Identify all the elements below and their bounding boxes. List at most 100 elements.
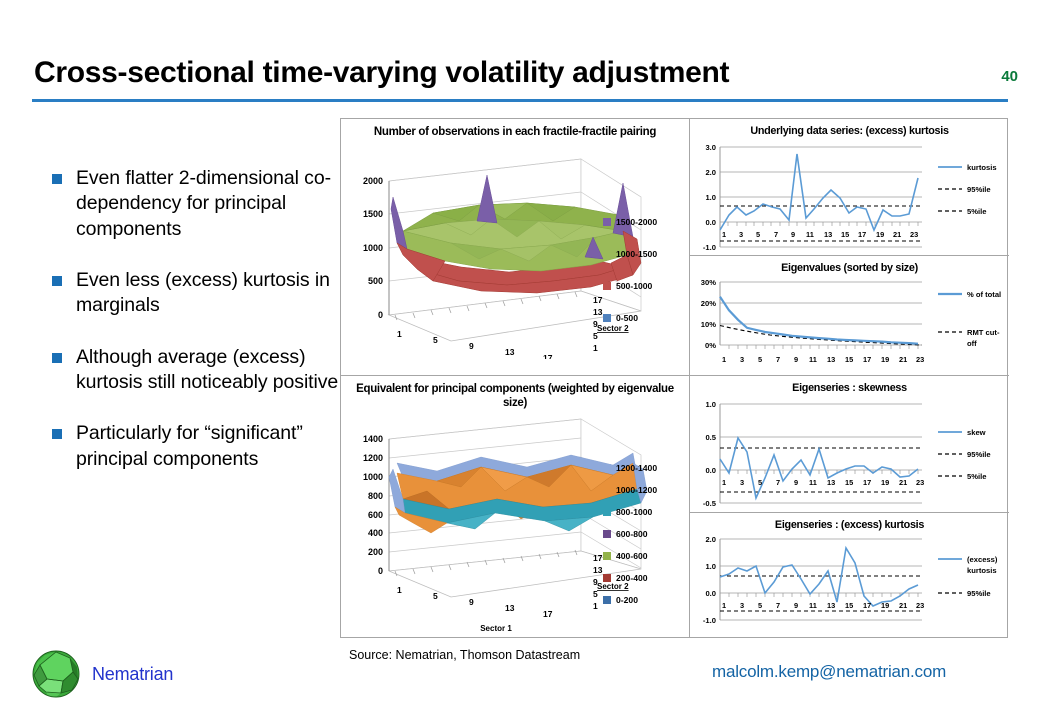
svg-text:15: 15 xyxy=(845,601,853,610)
legend-swatch-icon xyxy=(603,529,611,538)
svg-text:Sector 2: Sector 2 xyxy=(597,324,629,333)
svg-text:1.0: 1.0 xyxy=(705,400,716,409)
legend-label-kurtosis: kurtosis xyxy=(967,163,997,172)
svg-text:13: 13 xyxy=(505,347,515,357)
svg-text:3: 3 xyxy=(740,478,744,487)
svg-text:19: 19 xyxy=(881,601,889,610)
svg-text:1400: 1400 xyxy=(363,434,383,444)
bullet-square-icon xyxy=(52,352,62,363)
svg-text:13: 13 xyxy=(827,355,835,364)
legend-label: 1000-1500 xyxy=(616,249,658,260)
bullet-square-icon xyxy=(52,276,62,287)
svg-text:13: 13 xyxy=(593,307,603,317)
bullet-square-icon xyxy=(52,174,62,184)
svg-text:1: 1 xyxy=(722,478,726,487)
bullet-text: Even flatter 2-dimensional co-dependency… xyxy=(76,167,331,240)
svg-text:9: 9 xyxy=(469,341,474,351)
legend-item: 1500-2000 xyxy=(603,217,657,227)
svg-text:10%: 10% xyxy=(701,320,716,329)
line-chart-svg: 30% 20% 10% 0% 1 3 5 7 9 11 13 15 17 19 … xyxy=(701,278,1001,364)
bullet-text: Although average (excess) kurtosis still… xyxy=(76,345,339,394)
svg-text:19: 19 xyxy=(881,355,889,364)
legend-swatch-icon xyxy=(603,463,611,472)
svg-text:30%: 30% xyxy=(701,278,716,287)
svg-text:9: 9 xyxy=(794,355,798,364)
svg-text:23: 23 xyxy=(910,230,918,239)
svg-text:1000: 1000 xyxy=(363,472,383,482)
svg-text:3: 3 xyxy=(739,230,743,239)
svg-text:17: 17 xyxy=(863,355,871,364)
chart-underlying-kurtosis: Underlying data series: (excess) kurtosi… xyxy=(690,119,1009,255)
chart-legend: 1200-1400 1000-1200 800-1000 600-800 400… xyxy=(603,463,657,605)
chart-title: Number of observations in each fractile-… xyxy=(373,126,657,138)
svg-text:17: 17 xyxy=(858,230,866,239)
legend-label-pct-of-total: % of total xyxy=(967,290,1001,299)
svg-text:500: 500 xyxy=(368,276,383,286)
svg-text:19: 19 xyxy=(881,478,889,487)
legend-label: 1500-2000 xyxy=(616,217,658,228)
legend-label-p95: 95%ile xyxy=(967,185,991,194)
svg-text:11: 11 xyxy=(806,230,814,239)
svg-text:7: 7 xyxy=(776,355,780,364)
legend-label-p5: 5%ile xyxy=(967,472,986,481)
svg-text:23: 23 xyxy=(916,355,924,364)
svg-text:5: 5 xyxy=(433,591,438,601)
legend-item: 0-200 xyxy=(603,595,657,605)
line-chart-svg: 3.0 2.0 1.0 0.0 -1.0 1 3 5 7 9 11 13 15 … xyxy=(703,143,997,252)
svg-text:9: 9 xyxy=(791,230,795,239)
svg-text:7: 7 xyxy=(776,601,780,610)
svg-text:1: 1 xyxy=(593,601,598,611)
source-note: Source: Nematrian, Thomson Datastream xyxy=(349,648,581,662)
legend-item: 600-800 xyxy=(603,529,657,539)
svg-text:800: 800 xyxy=(368,491,383,501)
legend-swatch-icon xyxy=(603,282,611,291)
legend-swatch-icon xyxy=(603,485,611,494)
svg-text:21: 21 xyxy=(899,355,907,364)
svg-text:1: 1 xyxy=(397,329,402,339)
svg-text:13: 13 xyxy=(824,230,832,239)
svg-text:13: 13 xyxy=(593,565,603,575)
legend-label: 500-1000 xyxy=(616,281,653,292)
svg-text:5: 5 xyxy=(758,355,762,364)
svg-text:1: 1 xyxy=(722,601,726,610)
surface-plot-area: 2000 1500 1000 500 0 1 5 9 13 17 Sector … xyxy=(341,139,689,375)
list-item: Even flatter 2-dimensional co-dependency… xyxy=(52,166,342,242)
legend-item: 1000-1200 xyxy=(603,485,657,495)
svg-text:1.0: 1.0 xyxy=(705,562,716,571)
svg-text:5: 5 xyxy=(433,335,438,345)
svg-text:2.0: 2.0 xyxy=(705,168,716,177)
legend-label: 0-200 xyxy=(616,594,638,605)
svg-text:200: 200 xyxy=(368,547,383,557)
legend-label: 400-600 xyxy=(616,550,648,561)
legend-label: 600-800 xyxy=(616,528,648,539)
legend-item: 500-1000 xyxy=(603,281,657,291)
legend-swatch-icon xyxy=(603,250,611,259)
svg-text:3: 3 xyxy=(740,355,744,364)
legend-swatch-icon xyxy=(603,551,611,560)
legend-label: 800-1000 xyxy=(616,506,653,517)
svg-text:1500: 1500 xyxy=(363,209,383,219)
bullet-text: Even less (excess) kurtosis in marginals xyxy=(76,269,330,317)
svg-text:1: 1 xyxy=(722,355,726,364)
legend-swatch-icon xyxy=(603,595,611,604)
legend-item: 1200-1400 xyxy=(603,463,657,473)
bullet-text: Particularly for “significant” principal… xyxy=(76,422,303,470)
svg-text:-1.0: -1.0 xyxy=(703,616,716,625)
chart-components-surface: Equivalent for principal components (wei… xyxy=(341,376,689,638)
legend-label-p5: 5%ile xyxy=(967,207,986,216)
svg-text:23: 23 xyxy=(916,478,924,487)
legend-label-excess-kurtosis-2: kurtosis xyxy=(967,566,997,575)
legend-label-skew: skew xyxy=(967,428,986,437)
contact-email[interactable]: malcolm.kemp@nematrian.com xyxy=(712,662,946,682)
svg-text:0.0: 0.0 xyxy=(705,466,716,475)
svg-text:Sector 1: Sector 1 xyxy=(480,624,512,631)
svg-text:17: 17 xyxy=(543,353,553,359)
list-item: Particularly for “significant” principal… xyxy=(52,421,342,472)
chart-observations-surface: Number of observations in each fractile-… xyxy=(341,119,689,375)
svg-text:0: 0 xyxy=(378,310,383,320)
svg-text:17: 17 xyxy=(593,553,603,563)
legend-label-excess-kurtosis: (excess) xyxy=(967,555,998,564)
legend-label-rmt-cutoff: RMT cut- xyxy=(967,328,1000,337)
svg-text:13: 13 xyxy=(505,603,515,613)
legend-label: 1200-1400 xyxy=(616,462,658,473)
